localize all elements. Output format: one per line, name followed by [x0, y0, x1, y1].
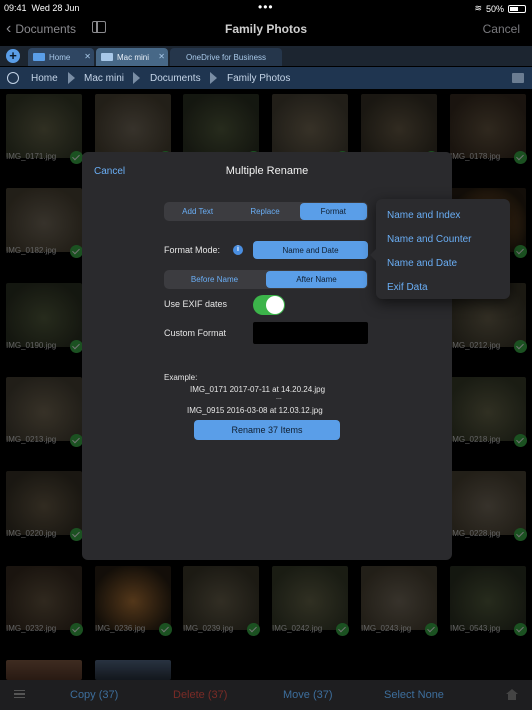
tab-onedrive-label: OneDrive for Business	[185, 52, 267, 62]
view-mode-icon[interactable]	[512, 73, 524, 83]
after-name-option[interactable]: After Name	[266, 271, 367, 288]
status-right: ≋ 50%	[474, 3, 526, 14]
example-label: Example:	[164, 373, 198, 382]
example-last: IMG_0915 2016-03-08 at 12.03.12.jpg	[187, 406, 323, 415]
breadcrumb: Home Mac mini Documents Family Photos	[0, 67, 532, 89]
tab-mac-mini[interactable]: Mac mini ✕	[96, 48, 168, 66]
tab-replace[interactable]: Replace	[231, 202, 298, 221]
option-name-and-date[interactable]: Name and Date	[387, 258, 457, 269]
multitask-dots-icon[interactable]: •••	[258, 0, 274, 14]
info-icon[interactable]: i	[233, 245, 243, 255]
chevron-right-icon	[68, 70, 78, 86]
option-exif-data[interactable]: Exif Data	[387, 282, 428, 293]
format-mode-dropdown[interactable]: Name and Date	[253, 241, 368, 259]
tab-format[interactable]: Format	[299, 203, 367, 220]
custom-format-label: Custom Format	[164, 328, 227, 338]
tab-home[interactable]: Home ✕	[28, 48, 94, 66]
dialog-title: Multiple Rename	[225, 165, 309, 177]
page-title: Family Photos	[224, 22, 307, 36]
bottom-toolbar: Copy (37) Delete (37) Move (37) Select N…	[0, 680, 532, 710]
copy-button[interactable]: Copy (37)	[70, 689, 118, 701]
option-name-and-index[interactable]: Name and Index	[387, 210, 460, 221]
rename-button[interactable]: Rename 37 Items	[194, 420, 340, 440]
chevron-right-icon	[210, 70, 220, 86]
home-icon[interactable]	[506, 689, 518, 700]
before-name-option[interactable]: Before Name	[164, 270, 265, 289]
connection-tabs: + Home ✕ Mac mini ✕ OneDrive for Busines…	[0, 46, 532, 66]
select-none-button[interactable]: Select None	[384, 689, 444, 701]
folder-icon	[33, 53, 45, 61]
navigation-bar: ‹ Documents Family Photos Cancel	[0, 18, 532, 42]
exif-label: Use EXIF dates	[164, 299, 228, 309]
close-icon[interactable]: ✕	[158, 52, 165, 61]
breadcrumb-family-photos[interactable]: Family Photos	[227, 73, 290, 84]
computer-icon	[101, 53, 113, 61]
format-mode-label: Format Mode:	[164, 245, 221, 255]
chevron-right-icon	[133, 70, 143, 86]
nav-cancel-button[interactable]: Cancel	[483, 22, 520, 36]
tab-add-text[interactable]: Add Text	[164, 202, 231, 221]
rename-mode-segmented: Add Text Replace Format	[164, 202, 368, 221]
custom-format-field[interactable]	[253, 322, 368, 344]
battery-icon	[508, 4, 526, 13]
wifi-icon: ≋	[474, 3, 482, 13]
history-icon[interactable]	[7, 72, 19, 84]
breadcrumb-home[interactable]: Home	[31, 73, 58, 84]
example-first: IMG_0171 2017-07-11 at 14.20.24.jpg	[190, 385, 326, 394]
breadcrumb-documents[interactable]: Documents	[150, 73, 201, 84]
tab-onedrive[interactable]: OneDrive for Business	[170, 48, 282, 66]
example-ellipsis: ...	[276, 394, 282, 401]
tab-mac-label: Mac mini	[117, 52, 150, 62]
delete-button[interactable]: Delete (37)	[173, 689, 227, 701]
close-icon[interactable]: ✕	[84, 52, 91, 61]
add-tab-button[interactable]: +	[6, 49, 20, 63]
tab-home-label: Home	[49, 52, 71, 62]
position-segmented: Before Name After Name	[164, 270, 368, 289]
battery-label: 50%	[485, 3, 504, 14]
format-mode-popover: Name and Index Name and Counter Name and…	[370, 199, 510, 299]
status-bar: 09:41 Wed 28 Jun ••• ≋ 50%	[0, 0, 532, 16]
breadcrumb-mac-mini[interactable]: Mac mini	[84, 73, 124, 84]
move-button[interactable]: Move (37)	[283, 689, 333, 701]
status-time: 09:41 Wed 28 Jun	[4, 3, 80, 13]
option-name-and-counter[interactable]: Name and Counter	[387, 234, 472, 245]
menu-icon[interactable]	[14, 690, 25, 698]
exif-toggle[interactable]	[253, 295, 285, 315]
